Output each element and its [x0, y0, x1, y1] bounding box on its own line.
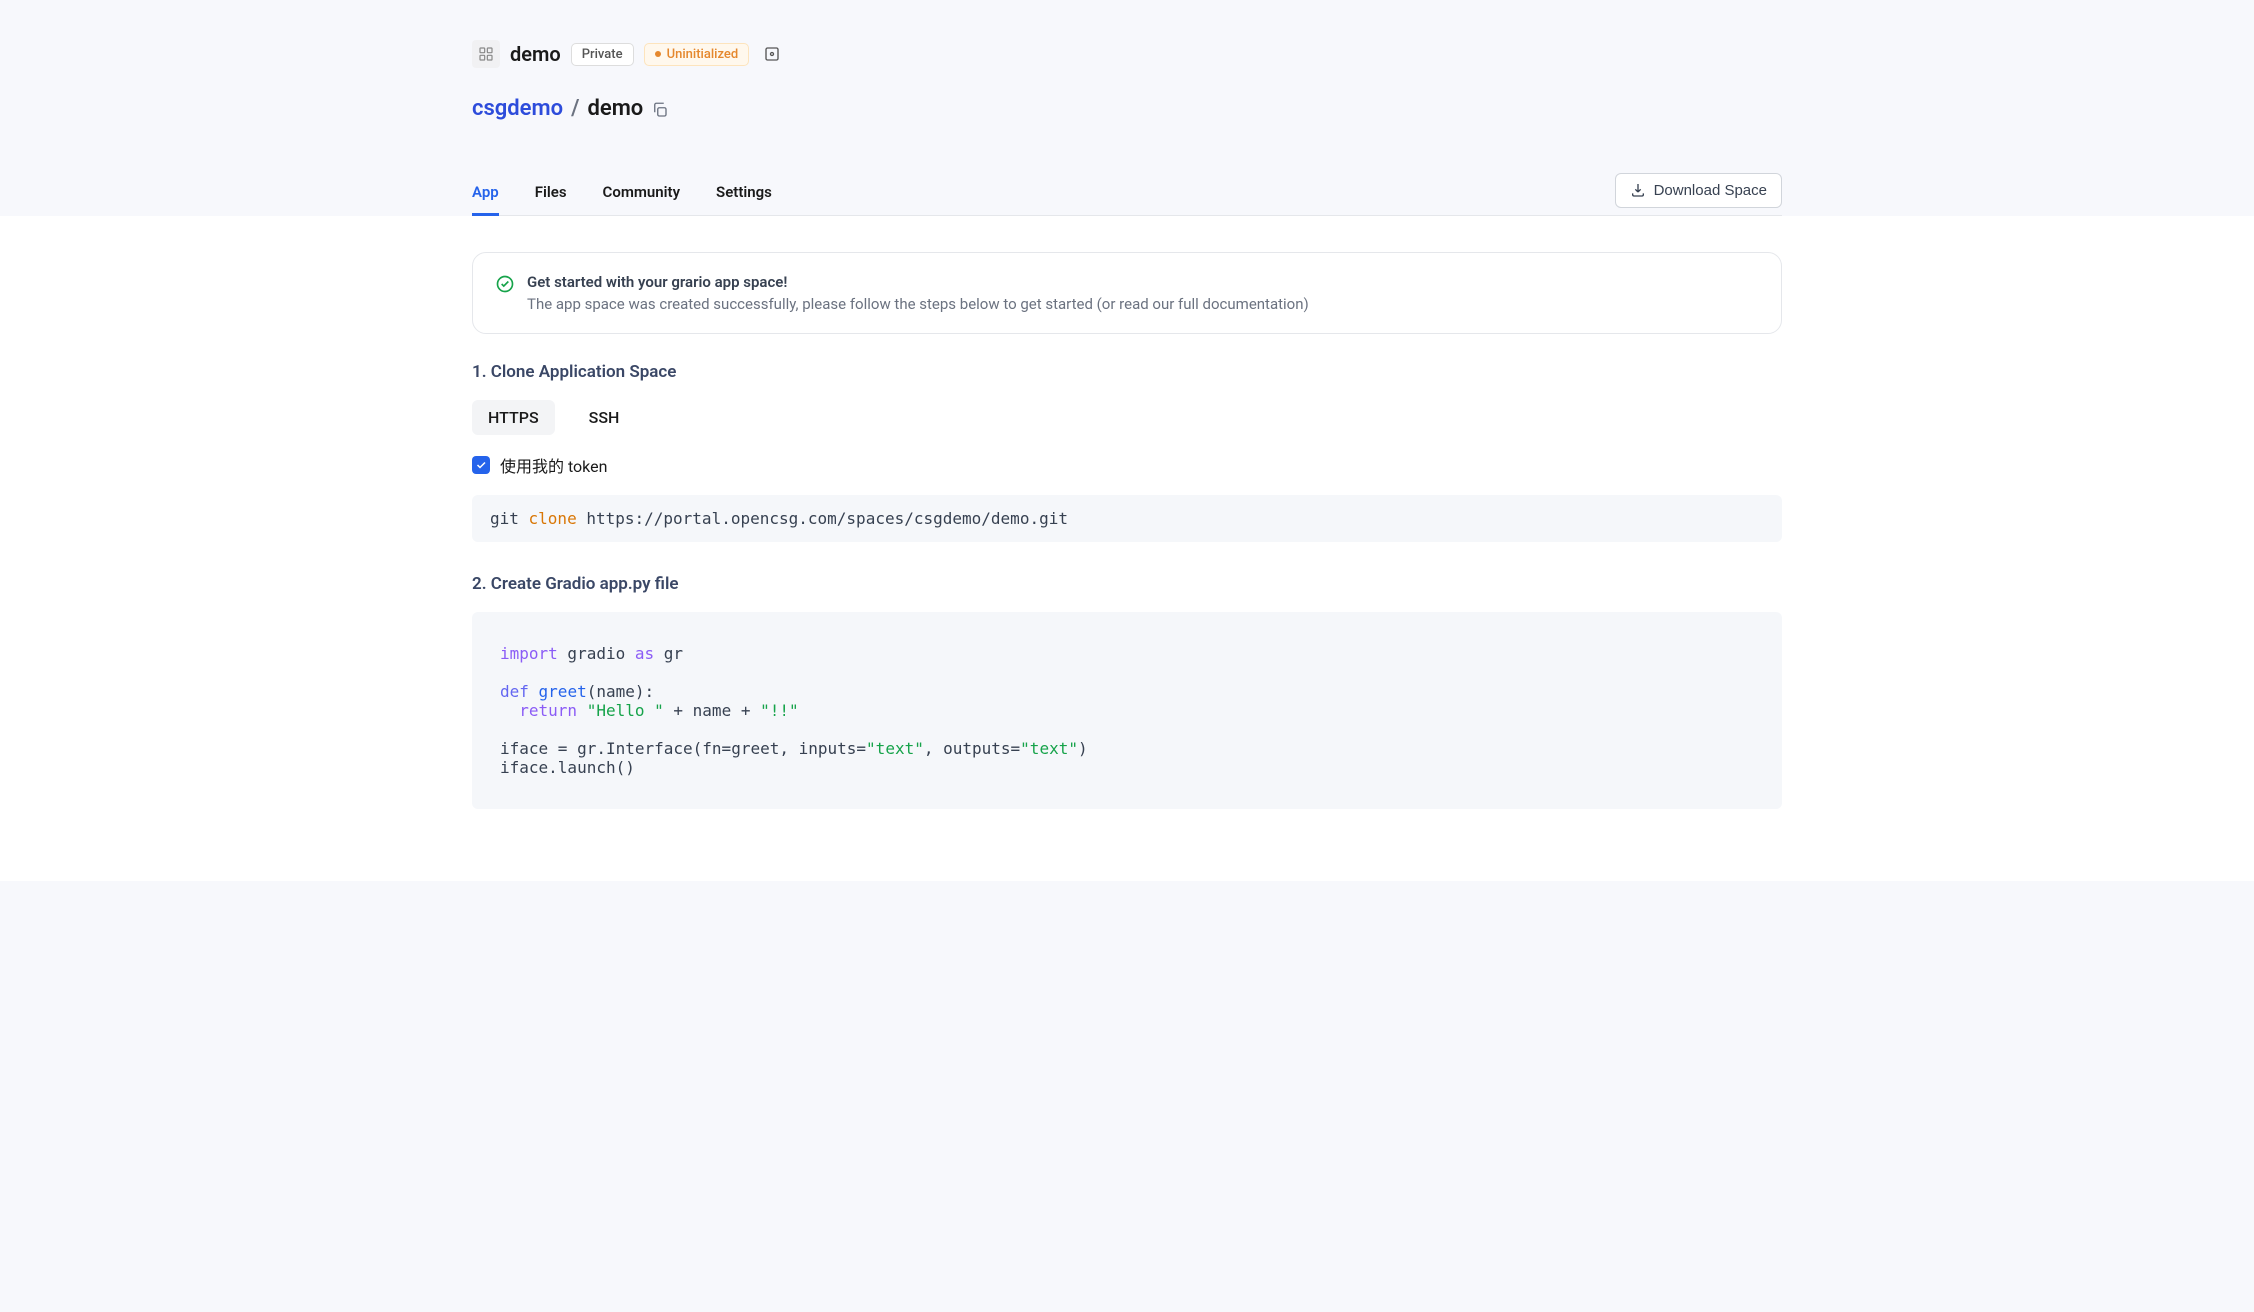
- code-gradio: gradio: [558, 644, 635, 663]
- download-icon: [1630, 182, 1646, 198]
- use-token-checkbox[interactable]: [472, 456, 490, 474]
- use-token-label: 使用我的 token: [500, 453, 607, 477]
- copy-icon[interactable]: [651, 100, 669, 118]
- callout-title: Get started with your grario app space!: [527, 273, 1309, 291]
- badge-private: Private: [571, 43, 634, 66]
- badge-status: Uninitialized: [644, 43, 750, 66]
- code-iface: iface = gr.Interface(fn=greet, inputs=: [500, 739, 866, 758]
- breadcrumb: csgdemo / demo: [472, 96, 1782, 121]
- get-started-callout: Get started with your grario app space! …: [472, 252, 1782, 334]
- check-icon: [475, 459, 487, 471]
- download-label: Download Space: [1654, 182, 1767, 199]
- code-bangs: "!!": [760, 701, 799, 720]
- code-url: https://portal.opencsg.com/spaces/csgdem…: [577, 509, 1068, 528]
- subtab-ssh[interactable]: SSH: [573, 400, 636, 435]
- callout-text: The app space was created successfully, …: [527, 295, 1309, 313]
- code-greet: greet: [529, 682, 587, 701]
- code-text1: "text": [866, 739, 924, 758]
- code-gr: gr: [654, 644, 683, 663]
- code-def: def: [500, 682, 529, 701]
- tab-files[interactable]: Files: [535, 171, 567, 216]
- section-create-heading: 2. Create Gradio app.py file: [472, 574, 1782, 594]
- clone-code-block[interactable]: git clone https://portal.opencsg.com/spa…: [472, 495, 1782, 542]
- code-clone: clone: [529, 509, 577, 528]
- download-space-button[interactable]: Download Space: [1615, 173, 1782, 208]
- tab-community[interactable]: Community: [603, 171, 681, 216]
- space-title: demo: [510, 42, 561, 66]
- use-token-row: 使用我的 token: [472, 453, 1782, 477]
- tab-settings[interactable]: Settings: [716, 171, 772, 216]
- space-icon: [472, 40, 500, 68]
- code-return: return: [519, 701, 577, 720]
- code-plusname: + name +: [664, 701, 760, 720]
- code-launch: iface.launch(): [500, 758, 635, 777]
- code-import: import: [500, 644, 558, 663]
- subtab-https[interactable]: HTTPS: [472, 400, 555, 435]
- tab-app[interactable]: App: [472, 171, 499, 216]
- code-outputs: , outputs=: [924, 739, 1020, 758]
- section-clone-heading: 1. Clone Application Space: [472, 362, 1782, 382]
- check-circle-icon: [495, 274, 515, 294]
- code-git: git: [490, 509, 529, 528]
- tabs-row: App Files Community Settings Download Sp…: [472, 171, 1782, 216]
- breadcrumb-separator: /: [571, 96, 579, 121]
- status-label: Uninitialized: [667, 47, 739, 62]
- code-text2: "text": [1020, 739, 1078, 758]
- code-close: ): [1078, 739, 1088, 758]
- breadcrumb-org[interactable]: csgdemo: [472, 96, 563, 121]
- clone-subtabs: HTTPS SSH: [472, 400, 1782, 435]
- code-as: as: [635, 644, 654, 663]
- header-row: demo Private Uninitialized: [472, 40, 1782, 68]
- breadcrumb-name: demo: [587, 96, 643, 121]
- code-params: (name):: [587, 682, 654, 701]
- tabs: App Files Community Settings: [472, 171, 772, 215]
- status-dot-icon: [655, 51, 661, 57]
- code-hello: "Hello ": [577, 701, 664, 720]
- settings-icon[interactable]: [763, 45, 781, 63]
- app-py-code-block[interactable]: import gradio as gr def greet(name): ret…: [472, 612, 1782, 809]
